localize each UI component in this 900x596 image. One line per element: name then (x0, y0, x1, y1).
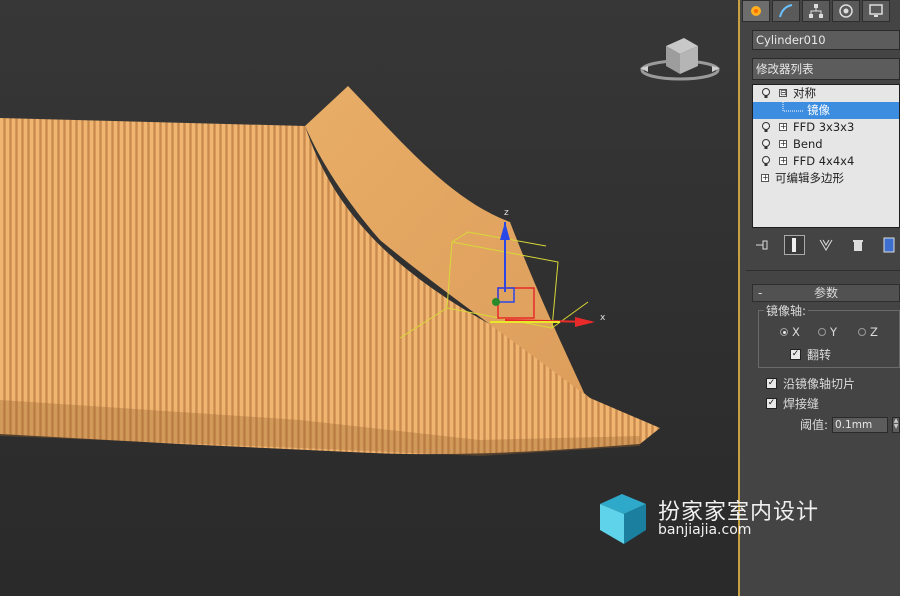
display-icon (869, 4, 883, 17)
create-tab[interactable] (742, 0, 770, 22)
gizmo-x-label: x (600, 313, 606, 323)
divider (746, 270, 900, 271)
weld-seam-checkbox[interactable]: ✓ 焊接缝 (766, 395, 819, 412)
threshold-control: 阈值: 0.1mm ▲ ▼ (800, 416, 900, 433)
modifier-list-dropdown[interactable]: 修改器列表 (752, 58, 900, 80)
expand-box-icon[interactable]: + (761, 174, 769, 182)
remove-modifier-button[interactable] (847, 235, 869, 255)
pin-stack-icon (755, 240, 768, 250)
show-end-result-button[interactable] (783, 235, 806, 255)
motion-tab[interactable] (832, 0, 860, 22)
tree-branch-icon (782, 102, 803, 112)
configure-sets-button[interactable] (878, 235, 900, 255)
stack-item-label: Bend (793, 137, 823, 151)
configure-sets-icon (883, 237, 895, 253)
spinner-arrows-icon[interactable]: ▲ ▼ (892, 416, 900, 433)
stack-toolbar (752, 234, 900, 256)
rollout-title: 参数 (813, 286, 838, 300)
stack-item-label: 可编辑多边形 (775, 171, 844, 185)
stack-item-bend[interactable]: + Bend (753, 136, 899, 153)
watermark: 扮家家室内设计 banjiajia.com (596, 490, 856, 550)
make-unique-icon (819, 239, 833, 251)
stack-item-ffd3[interactable]: + FFD 3x3x3 (753, 119, 899, 136)
display-tab[interactable] (862, 0, 890, 22)
view-cube-icon (640, 38, 720, 81)
modify-tab[interactable] (772, 0, 800, 22)
radio-dot (818, 328, 826, 336)
radio-dot (780, 328, 788, 336)
stack-item-editable-poly[interactable]: + 可编辑多边形 (753, 170, 899, 187)
lightbulb-icon[interactable] (761, 156, 771, 167)
create-icon (751, 6, 761, 16)
expand-box-icon[interactable]: + (779, 140, 787, 148)
stack-item-label: 镜像 (807, 103, 830, 117)
collapse-box-icon[interactable]: ⊟ (779, 89, 787, 97)
expand-box-icon[interactable]: + (779, 123, 787, 131)
cube-logo-icon (600, 494, 646, 544)
stack-item-ffd4[interactable]: + FFD 4x4x4 (753, 153, 899, 170)
checkbox-box: ✓ (766, 378, 777, 389)
axis-y-label: Y (830, 325, 838, 339)
pin-stack-button[interactable] (752, 235, 774, 255)
show-end-result-icon (792, 238, 797, 252)
axis-y-radio[interactable]: Y (818, 325, 837, 339)
threshold-label: 阈值: (800, 418, 829, 432)
checkbox-box: ✓ (790, 349, 801, 360)
axis-x-radio[interactable]: X (780, 325, 800, 339)
weld-label: 焊接缝 (783, 397, 820, 411)
watermark-url: banjiajia.com (658, 522, 752, 538)
stack-item-label: 对称 (793, 86, 816, 100)
modify-icon (779, 4, 793, 18)
axis-x-label: X (792, 325, 800, 339)
stack-item-mirror[interactable]: 镜像 (753, 102, 899, 119)
command-panel-tabs (742, 0, 900, 22)
gizmo-z-label: z (504, 208, 509, 218)
expand-box-icon[interactable]: + (779, 157, 787, 165)
slice-label: 沿镜像轴切片 (783, 377, 856, 391)
slice-along-mirror-checkbox[interactable]: ✓ 沿镜像轴切片 (766, 375, 855, 392)
motion-icon (839, 4, 853, 18)
hierarchy-icon (809, 4, 823, 18)
modifier-stack: ⊟ 对称 镜像 + FFD 3x3x3 + Bend + FFD 4x4x4 +… (752, 84, 900, 228)
checkbox-box: ✓ (766, 398, 777, 409)
axis-z-label: Z (870, 325, 878, 339)
make-unique-button[interactable] (815, 235, 837, 255)
radio-dot (858, 328, 866, 336)
remove-modifier-icon (852, 240, 863, 251)
hierarchy-tab[interactable] (802, 0, 830, 22)
threshold-spinner[interactable]: 0.1mm (832, 416, 888, 433)
stack-item-label: FFD 4x4x4 (793, 154, 855, 168)
stack-item-symmetry[interactable]: ⊟ 对称 (753, 85, 899, 102)
axis-z-radio[interactable]: Z (858, 325, 878, 339)
lightbulb-icon[interactable] (761, 122, 771, 133)
mirror-axis-label: 镜像轴: (764, 302, 809, 319)
lightbulb-icon[interactable] (761, 88, 771, 99)
flip-label: 翻转 (807, 348, 832, 362)
parameters-rollout-header[interactable]: - 参数 (752, 284, 900, 302)
flip-checkbox[interactable]: ✓ 翻转 (790, 346, 831, 363)
lightbulb-icon[interactable] (761, 139, 771, 150)
stack-item-label: FFD 3x3x3 (793, 120, 855, 134)
object-name-field[interactable]: Cylinder010 (752, 30, 900, 50)
